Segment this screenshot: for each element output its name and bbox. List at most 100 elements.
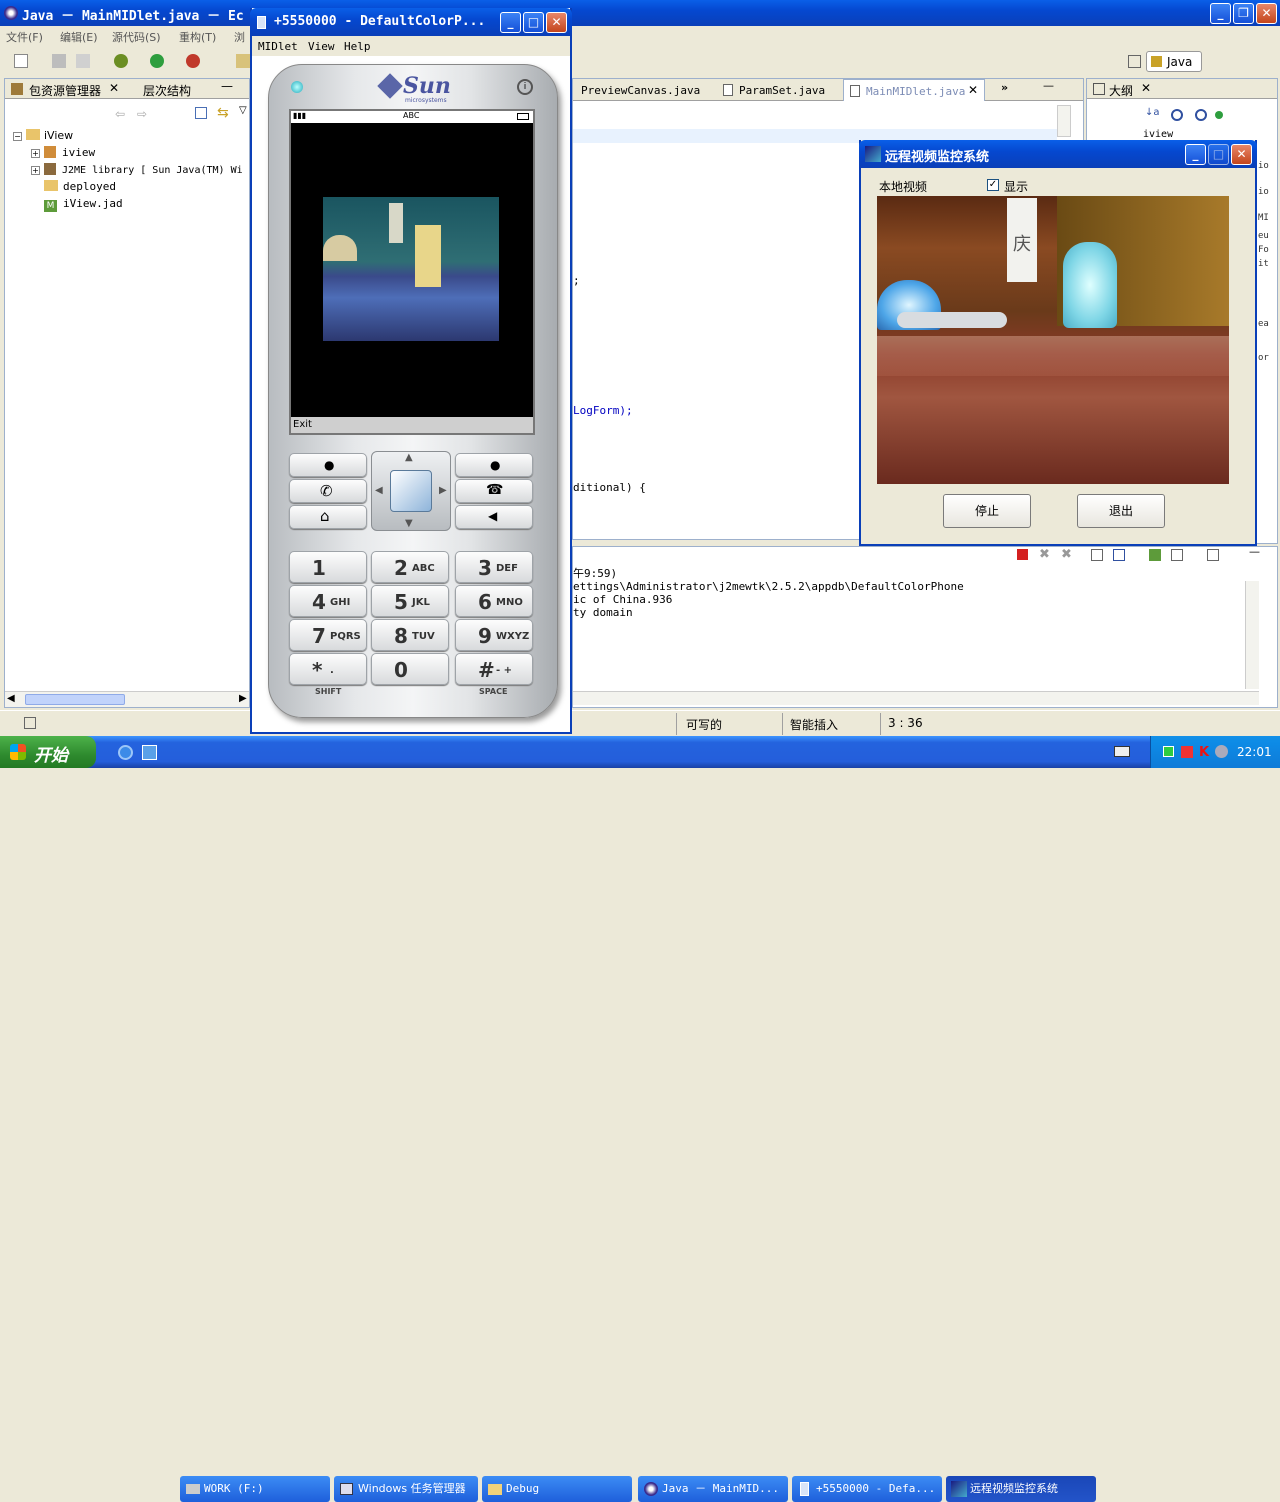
monitor-close-button[interactable]: ✕ — [1231, 144, 1252, 165]
menu-help[interactable]: Help — [344, 40, 371, 53]
scroll-lock-icon[interactable] — [1113, 549, 1125, 561]
open-perspective-icon[interactable] — [1128, 55, 1141, 68]
close-icon[interactable]: ✕ — [109, 81, 119, 95]
tab-main-midlet[interactable]: MainMIDlet.java ✕ — [843, 79, 985, 101]
monitor-title-bar[interactable]: 远程视频监控系统 _ □ ✕ — [859, 140, 1257, 168]
forward-arrow-icon[interactable]: ⇨ — [137, 107, 147, 121]
pin-console-icon[interactable] — [1149, 549, 1161, 561]
open-console-icon[interactable] — [1207, 549, 1219, 561]
menu-midlet[interactable]: MIDlet — [258, 40, 298, 53]
sort-icon[interactable]: ↓a — [1145, 107, 1160, 118]
print-icon[interactable] — [76, 54, 90, 68]
key-9[interactable]: 9 WXYZ — [455, 619, 533, 651]
tree-item-j2me-library[interactable]: + J2ME library [ Sun Java(TM) Wi — [13, 161, 251, 178]
editor-vscrollbar[interactable] — [1057, 105, 1071, 137]
home-button[interactable]: ⌂ — [289, 505, 367, 529]
left-softkey-button[interactable]: ● — [289, 453, 367, 477]
tree-item-iview-package[interactable]: + iview — [13, 144, 251, 161]
menu-file[interactable]: 文件(F) — [6, 29, 43, 45]
outline-item[interactable]: iview — [1143, 129, 1173, 140]
dpad-right-icon[interactable]: ▶ — [439, 485, 447, 496]
start-button[interactable]: 开始 — [0, 736, 96, 768]
eclipse-minimize-button[interactable]: _ — [1210, 3, 1231, 24]
end-call-button[interactable]: ☎ — [455, 479, 533, 503]
collapse-all-icon[interactable] — [195, 107, 207, 119]
softkey-exit[interactable]: Exit — [293, 419, 312, 430]
right-softkey-button[interactable]: ● — [455, 453, 533, 477]
key-11[interactable]: 0 — [371, 653, 449, 685]
volume-icon[interactable] — [1215, 745, 1228, 758]
hide-fields-icon[interactable] — [1171, 109, 1183, 121]
key-8[interactable]: 8 TUV — [371, 619, 449, 651]
external-tools-icon[interactable] — [186, 54, 200, 68]
open-type-icon[interactable] — [236, 54, 250, 68]
task-monitor[interactable]: 远程视频监控系统 — [946, 1476, 1096, 1502]
debug-icon[interactable] — [114, 54, 128, 68]
ie-icon[interactable] — [118, 745, 133, 760]
menu-more[interactable]: 浏 — [234, 29, 245, 45]
task-debug-folder[interactable]: Debug — [482, 1476, 632, 1502]
eclipse-maximize-button[interactable]: ❐ — [1233, 3, 1254, 24]
close-icon[interactable]: ✕ — [1141, 81, 1151, 95]
scroll-thumb[interactable] — [25, 694, 125, 705]
explorer-hscrollbar[interactable]: ◀ ▶ — [5, 691, 249, 707]
dpad-up-icon[interactable]: ▲ — [405, 452, 413, 463]
terminate-icon[interactable] — [1017, 549, 1028, 560]
clear-console-icon[interactable] — [1091, 549, 1103, 561]
minimize-view-icon[interactable]: — — [1043, 79, 1054, 92]
tab-outline[interactable]: 大纲 — [1109, 82, 1133, 99]
save-icon[interactable] — [52, 54, 66, 68]
close-icon[interactable]: ✕ — [968, 83, 978, 97]
key-4[interactable]: 4 GHI — [289, 585, 367, 617]
key-7[interactable]: 7 PQRS — [289, 619, 367, 651]
task-eclipse[interactable]: Java － MainMID... — [638, 1476, 788, 1502]
emulator-maximize-button[interactable]: □ — [523, 12, 544, 33]
fast-view-icon[interactable] — [24, 717, 36, 729]
menu-refactor[interactable]: 重构(T) — [179, 29, 216, 45]
tab-param-set[interactable]: ParamSet.java — [739, 84, 825, 97]
key-10[interactable]: *. — [289, 653, 367, 685]
eclipse-close-button[interactable]: ✕ — [1256, 3, 1277, 24]
hide-static-icon[interactable] — [1195, 109, 1207, 121]
console-vscrollbar[interactable] — [1245, 581, 1259, 689]
keyboard-icon[interactable] — [1114, 746, 1130, 757]
emulator-close-button[interactable]: ✕ — [546, 12, 567, 33]
expand-icon[interactable]: + — [31, 166, 40, 175]
tree-item-deployed[interactable]: deployed — [13, 178, 251, 195]
task-work-drive[interactable]: WORK (F:) — [180, 1476, 330, 1502]
monitor-maximize-button[interactable]: □ — [1208, 144, 1229, 165]
scroll-right-icon[interactable]: ▶ — [239, 693, 247, 704]
key-3[interactable]: 3 DEF — [455, 551, 533, 583]
task-emulator[interactable]: +5550000 - Defa... — [792, 1476, 942, 1502]
back-button[interactable]: ◀ — [455, 505, 533, 529]
key-12[interactable]: # - + — [455, 653, 533, 685]
expand-icon[interactable]: + — [31, 149, 40, 158]
link-editor-icon[interactable]: ⇆ — [217, 105, 229, 121]
minimize-view-icon[interactable]: — — [221, 79, 233, 93]
tree-item-iview-project[interactable]: − iView — [13, 127, 251, 144]
power-button-icon[interactable]: i — [517, 79, 533, 95]
more-tabs-icon[interactable]: » — [1001, 81, 1008, 94]
monitor-minimize-button[interactable]: _ — [1185, 144, 1206, 165]
menu-edit[interactable]: 编辑(E) — [60, 29, 98, 45]
new-icon[interactable] — [14, 54, 28, 68]
key-5[interactable]: 5 JKL — [371, 585, 449, 617]
dpad-left-icon[interactable]: ◀ — [375, 485, 383, 496]
call-button[interactable]: ✆ — [289, 479, 367, 503]
display-console-icon[interactable] — [1171, 549, 1183, 561]
network-icon[interactable] — [1163, 746, 1174, 757]
dpad-select-button[interactable] — [390, 470, 432, 512]
run-icon[interactable] — [150, 54, 164, 68]
exit-button[interactable]: 退出 — [1077, 494, 1165, 528]
tab-package-explorer[interactable]: 包资源管理器 — [29, 82, 101, 99]
stop-button[interactable]: 停止 — [943, 494, 1031, 528]
kav-icon[interactable]: K — [1199, 745, 1209, 760]
key-2[interactable]: 2 ABC — [371, 551, 449, 583]
minimize-view-icon[interactable]: — — [1249, 545, 1260, 558]
emulator-title-bar[interactable]: +5550000 - DefaultColorP... _ □ ✕ — [250, 8, 572, 36]
emulator-minimize-button[interactable]: _ — [500, 12, 521, 33]
collapse-icon[interactable]: − — [13, 132, 22, 141]
key-1[interactable]: 1 — [289, 551, 367, 583]
hide-nonpublic-icon[interactable] — [1215, 111, 1223, 119]
back-arrow-icon[interactable]: ⇦ — [115, 107, 125, 121]
